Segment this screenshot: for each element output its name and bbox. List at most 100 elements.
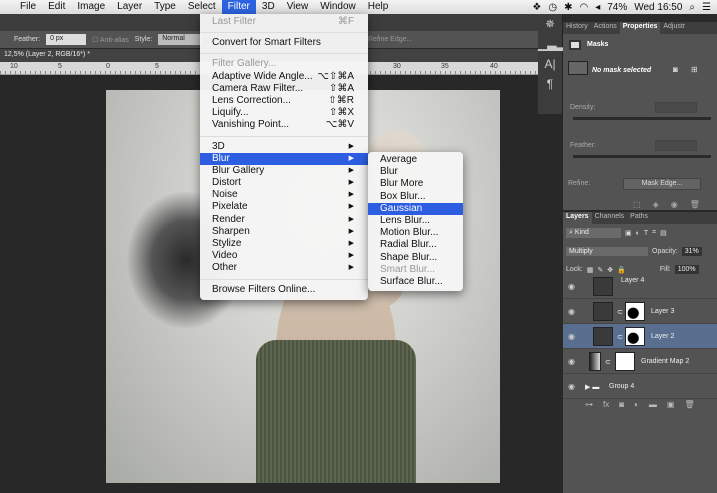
menu-item-video[interactable]: Video ▶: [200, 250, 368, 262]
paragraph-icon[interactable]: ¶: [538, 74, 562, 94]
menu-view[interactable]: View: [281, 0, 315, 14]
anti-alias-checkbox[interactable]: ☐ Anti-alias: [92, 36, 129, 44]
menu-item-stylize[interactable]: Stylize ▶: [200, 238, 368, 250]
clock[interactable]: Wed 16:50: [634, 2, 682, 13]
apple-menu[interactable]: [0, 0, 14, 14]
menu-item-liquify[interactable]: Liquify... ⇧⌘X: [200, 107, 368, 119]
menu-edit[interactable]: Edit: [42, 0, 71, 14]
lock-position-icon[interactable]: ✥: [607, 266, 613, 274]
density-input[interactable]: [655, 102, 697, 113]
menu-item-sharpen[interactable]: Sharpen ▶: [200, 226, 368, 238]
character-icon[interactable]: A|: [538, 54, 562, 74]
delete-layer-icon[interactable]: 🗑: [684, 400, 694, 409]
spotlight-icon[interactable]: ⌕: [689, 2, 695, 13]
lock-paint-icon[interactable]: ✎: [597, 266, 603, 274]
menu-item-pixelate[interactable]: Pixelate ▶: [200, 201, 368, 213]
volume-icon[interactable]: ◂: [595, 2, 600, 13]
tab-history[interactable]: History: [563, 22, 591, 34]
menu-layer[interactable]: Layer: [111, 0, 148, 14]
menu-item-box-blur[interactable]: Box Blur...: [368, 191, 463, 203]
dropbox-icon[interactable]: ❖: [532, 2, 541, 13]
time-machine-icon[interactable]: ◷: [548, 2, 557, 13]
menu-item-shape-blur[interactable]: Shape Blur...: [368, 252, 463, 264]
refine-edge-button[interactable]: Refine Edge...: [368, 36, 412, 43]
menu-window[interactable]: Window: [314, 0, 362, 14]
layer-row[interactable]: ◉ ⊂ Gradient Map 2: [563, 349, 717, 374]
filter-adjustment-icon[interactable]: ◐: [636, 230, 640, 237]
menu-type[interactable]: Type: [148, 0, 182, 14]
link-icon[interactable]: ⊂: [605, 358, 611, 366]
filter-kind-select[interactable]: ⌕ Kind: [566, 228, 621, 238]
layer-row[interactable]: ◉ ⊂ Layer 2: [563, 324, 717, 349]
feather-prop-slider[interactable]: [573, 155, 711, 158]
mask-edge-button[interactable]: Mask Edge...: [623, 178, 701, 190]
menu-item-blur-gallery[interactable]: Blur Gallery ▶: [200, 165, 368, 177]
wifi-icon[interactable]: ◠: [579, 2, 588, 13]
filter-smart-object-icon[interactable]: ▤: [660, 229, 667, 237]
menu-item-blur[interactable]: Blur ▶: [200, 152, 368, 165]
layer-style-icon[interactable]: fx: [603, 400, 609, 409]
menu-item-gaussian-blur[interactable]: Gaussian Blur...: [368, 202, 463, 226]
delete-mask-icon[interactable]: 🗑: [690, 200, 700, 209]
load-selection-icon[interactable]: ⬚: [633, 200, 641, 209]
menu-file[interactable]: File: [14, 0, 42, 14]
menu-image[interactable]: Image: [71, 0, 111, 14]
filter-shape-icon[interactable]: ⌗: [652, 229, 656, 237]
lock-all-icon[interactable]: 🔒: [617, 266, 626, 274]
add-mask-icon[interactable]: ◙: [619, 400, 624, 409]
eye-icon[interactable]: ◉: [568, 307, 575, 316]
menu-item-lens-correction[interactable]: Lens Correction... ⇧⌘R: [200, 95, 368, 107]
density-slider[interactable]: [573, 117, 711, 120]
menu-item-camera-raw-filter[interactable]: Camera Raw Filter... ⇧⌘A: [200, 83, 368, 95]
filter-type-icon[interactable]: T: [644, 230, 648, 237]
feather-prop-input[interactable]: [655, 140, 697, 151]
new-layer-icon[interactable]: ▣: [667, 400, 675, 409]
menu-item-motion-blur[interactable]: Motion Blur...: [368, 227, 463, 239]
notifications-icon[interactable]: ☰: [702, 2, 711, 13]
link-icon[interactable]: ⊂: [617, 308, 623, 316]
link-layers-icon[interactable]: ⊶: [585, 400, 593, 409]
menu-item-lens-blur[interactable]: Lens Blur...: [368, 215, 463, 227]
eye-icon[interactable]: ◉: [568, 282, 575, 291]
tab-adjustr[interactable]: Adjustr: [660, 22, 688, 34]
tab-properties[interactable]: Properties: [619, 22, 661, 34]
battery-percent[interactable]: 74%: [607, 2, 627, 13]
opacity-input[interactable]: 31%: [681, 247, 702, 256]
tab-channels[interactable]: Channels: [592, 212, 628, 224]
menu-item-render[interactable]: Render ▶: [200, 214, 368, 226]
menu-item-3d[interactable]: 3D ▶: [200, 141, 368, 153]
link-icon[interactable]: ⊂: [617, 333, 623, 341]
style-select[interactable]: Normal: [158, 34, 203, 45]
blend-mode-select[interactable]: Multiply: [566, 247, 648, 256]
add-pixel-mask-icon[interactable]: ◙: [673, 65, 678, 74]
eye-icon[interactable]: ◉: [568, 332, 575, 341]
new-adjustment-icon[interactable]: ◐: [634, 400, 639, 409]
filter-pixel-icon[interactable]: ▣: [625, 229, 632, 237]
fill-input[interactable]: 100%: [674, 265, 699, 274]
lock-transparent-icon[interactable]: ▦: [587, 266, 594, 274]
menu-item-distort[interactable]: Distort ▶: [200, 177, 368, 189]
eye-icon[interactable]: ◉: [568, 382, 575, 391]
menu-item-radial-blur[interactable]: Radial Blur...: [368, 239, 463, 251]
layer-row[interactable]: ◉ ⊂ Layer 3: [563, 299, 717, 324]
brush-settings-icon[interactable]: ✵: [538, 14, 562, 34]
layer-row[interactable]: ◉ ▶ ▬ Group 4: [563, 374, 717, 399]
menu-item-surface-blur[interactable]: Surface Blur...: [368, 276, 463, 288]
apply-mask-icon[interactable]: ◈: [653, 200, 659, 209]
menu-3d[interactable]: 3D: [256, 0, 281, 14]
menu-item-convert-for-smart-filters[interactable]: Convert for Smart Filters: [200, 37, 368, 49]
tab-actions[interactable]: Actions: [591, 22, 620, 34]
feather-input[interactable]: 0 px: [46, 34, 87, 45]
histogram-icon[interactable]: ▁▃▂: [538, 34, 566, 54]
group-disclosure-icon[interactable]: ▶ ▬: [585, 383, 599, 391]
tab-layers[interactable]: Layers: [563, 212, 592, 224]
menu-item-vanishing-point[interactable]: Vanishing Point... ⌥⌘V: [200, 119, 368, 131]
new-group-icon[interactable]: ▬: [649, 400, 657, 409]
visibility-icon[interactable]: ◉: [671, 200, 678, 209]
menu-item-other[interactable]: Other ▶: [200, 262, 368, 274]
tab-paths[interactable]: Paths: [627, 212, 651, 224]
menu-item-adaptive-wide-angle[interactable]: Adaptive Wide Angle... ⌥⇧⌘A: [200, 71, 368, 83]
menu-item-blur[interactable]: Blur: [368, 166, 463, 178]
menu-filter[interactable]: Filter: [221, 0, 256, 14]
menu-help[interactable]: Help: [362, 0, 395, 14]
